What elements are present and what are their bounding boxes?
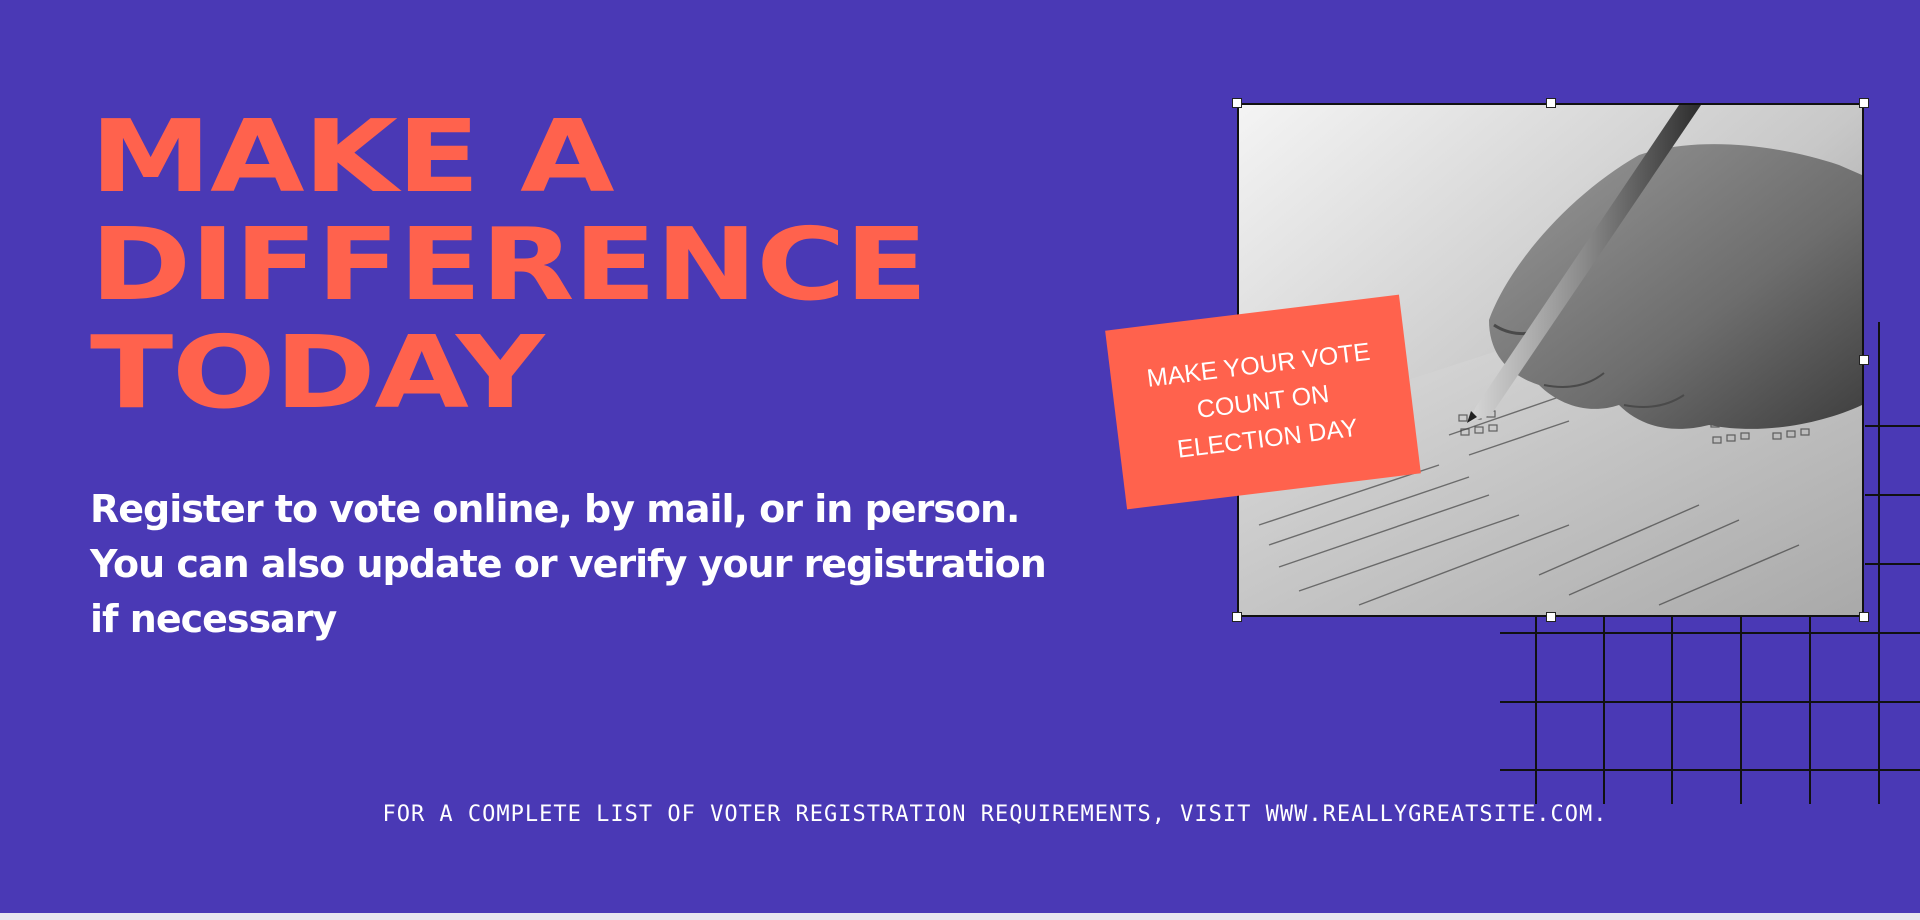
headline-line-2: DIFFERENCE xyxy=(90,206,928,323)
resize-handle-top-center[interactable] xyxy=(1546,98,1556,108)
resize-handle-bottom-right[interactable] xyxy=(1859,612,1869,622)
resize-handle-top-right[interactable] xyxy=(1859,98,1869,108)
resize-handle-top-left[interactable] xyxy=(1232,98,1242,108)
resize-handle-bottom-left[interactable] xyxy=(1232,612,1242,622)
headline: MAKE A DIFFERENCE TODAY xyxy=(90,98,928,431)
subtext-line-1: Register to vote online, by mail, or in … xyxy=(90,487,1021,531)
resize-handle-bottom-center[interactable] xyxy=(1546,612,1556,622)
headline-line-3: TODAY xyxy=(90,314,544,431)
resize-handle-middle-right[interactable] xyxy=(1859,355,1869,365)
canvas-bottom-edge xyxy=(0,913,1920,920)
design-canvas: MAKE A DIFFERENCE TODAY Register to vote… xyxy=(0,0,1920,913)
subtext-line-2: You can also update or verify your regis… xyxy=(90,542,1047,586)
footer-note: FOR A COMPLETE LIST OF VOTER REGISTRATIO… xyxy=(382,802,1608,827)
subtext: Register to vote online, by mail, or in … xyxy=(90,482,1090,647)
subtext-line-3: if necessary xyxy=(90,597,337,641)
vote-sticker: MAKE YOUR VOTE COUNT ON ELECTION DAY xyxy=(1105,294,1421,510)
vote-sticker-text: MAKE YOUR VOTE COUNT ON ELECTION DAY xyxy=(1145,337,1372,464)
headline-line-1: MAKE A xyxy=(90,98,615,215)
